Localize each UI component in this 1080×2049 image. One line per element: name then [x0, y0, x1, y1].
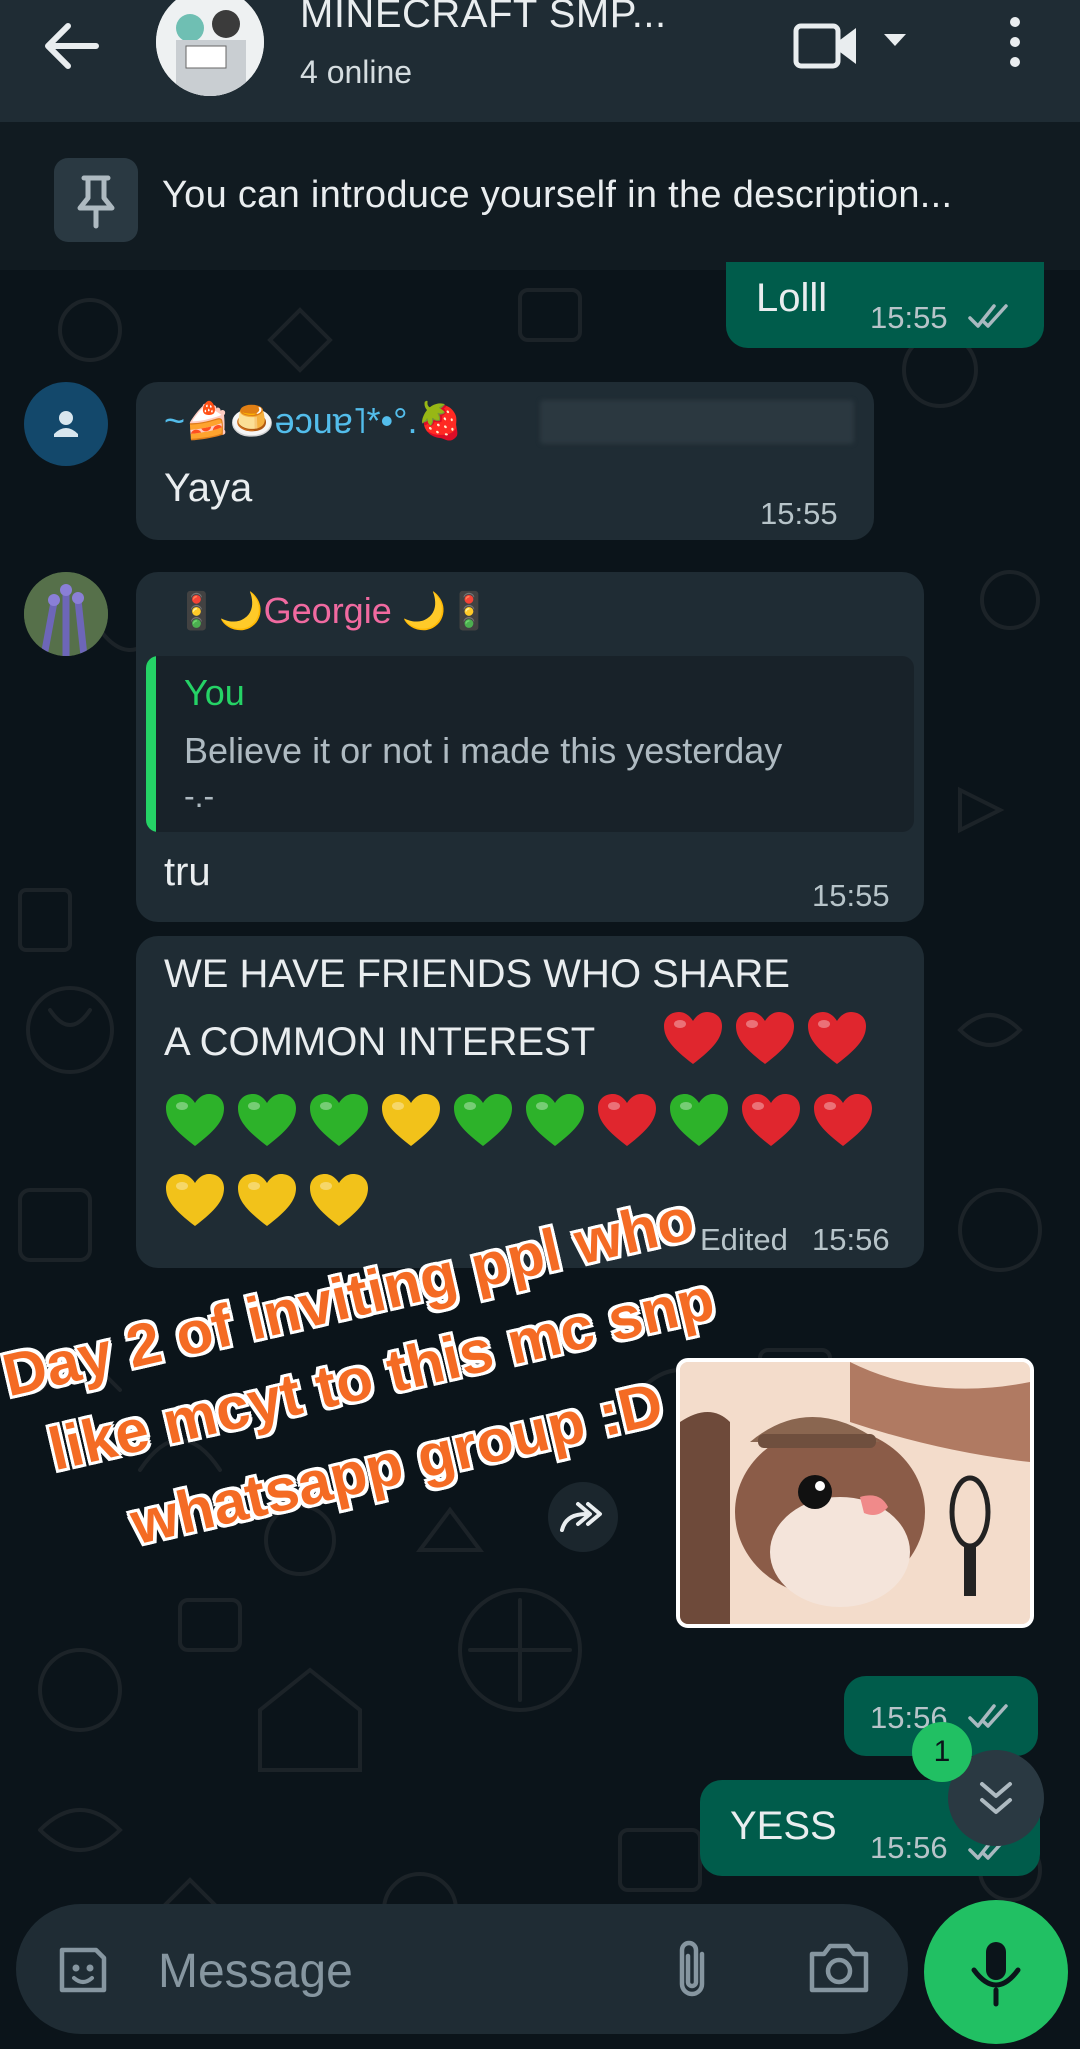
mic-icon [971, 1942, 1021, 2007]
heart-emoji [526, 1094, 584, 1146]
pin-icon [77, 175, 115, 229]
message-text: A COMMON INTEREST [164, 1020, 596, 1064]
sticker-image[interactable] [676, 1358, 1034, 1628]
message-text: Yaya [164, 466, 253, 510]
heart-emoji [310, 1174, 368, 1226]
sender-name[interactable]: 🚦🌙Georgie 🌙🚦 [174, 590, 491, 632]
unread-count-badge: 1 [912, 1722, 972, 1782]
read-receipt-icon [968, 304, 1008, 328]
dropdown-caret-icon[interactable] [882, 30, 908, 50]
message-input[interactable]: Message [158, 1944, 353, 1999]
reply-author: You [184, 672, 245, 713]
back-arrow-icon[interactable] [40, 18, 104, 74]
camera-icon[interactable] [806, 1938, 872, 1998]
heart-emoji [166, 1094, 224, 1146]
group-avatar[interactable] [156, 0, 264, 96]
chat-header: MINECRAFT SMP... 4 online [0, 0, 1080, 122]
pinned-message-bar[interactable]: You can introduce yourself in the descri… [0, 122, 1080, 272]
heart-emoji [808, 1012, 866, 1064]
message-time: 15:55 [812, 878, 890, 913]
heart-emoji [166, 1174, 224, 1226]
heart-emoji [670, 1094, 728, 1146]
online-status: 4 online [300, 54, 413, 90]
reply-text: Believe it or not i made this yesterday [184, 730, 783, 771]
blurred-phone-number [540, 400, 854, 444]
message-text: WE HAVE FRIENDS WHO SHARE [164, 952, 790, 996]
heart-emoji [664, 1012, 722, 1064]
heart-emoji [382, 1094, 440, 1146]
forward-button[interactable] [548, 1482, 618, 1552]
default-user-icon [54, 411, 78, 437]
video-call-icon[interactable] [792, 20, 860, 72]
pin-icon-container [54, 158, 138, 242]
message-time: 15:56 [812, 1222, 890, 1257]
sender-name[interactable]: ~🍰🍮ǝɔuɐ˥*•°.🍓 [164, 400, 462, 442]
avatar[interactable] [24, 572, 108, 656]
heart-emoji [814, 1094, 872, 1146]
forward-icon [560, 1502, 602, 1532]
attach-icon[interactable] [668, 1936, 716, 2002]
more-options-icon[interactable] [1000, 14, 1030, 70]
message-text: tru [164, 850, 211, 894]
message-time: 15:56 [870, 1830, 948, 1865]
message-composer[interactable] [16, 1904, 908, 2034]
message-time: 15:55 [870, 300, 948, 335]
heart-emoji [598, 1094, 656, 1146]
heart-emoji [310, 1094, 368, 1146]
message-text: Lolll [756, 276, 828, 320]
pinned-text: You can introduce yourself in the descri… [162, 174, 953, 216]
reply-text: -.- [184, 778, 215, 814]
edited-label: Edited [700, 1222, 788, 1257]
heart-emoji [736, 1012, 794, 1064]
chat-title[interactable]: MINECRAFT SMP... [300, 0, 667, 37]
heart-emoji [742, 1094, 800, 1146]
sticker-icon[interactable] [52, 1940, 112, 2000]
message-time: 15:55 [760, 496, 838, 531]
heart-emoji [238, 1174, 296, 1226]
heart-emoji [454, 1094, 512, 1146]
avatar[interactable] [24, 382, 108, 466]
voice-message-button[interactable] [924, 1900, 1068, 2044]
read-receipt-icon [968, 1704, 1008, 1728]
quote-accent-bar [146, 656, 156, 832]
heart-emoji [238, 1094, 296, 1146]
message-text: YESS [730, 1804, 837, 1848]
